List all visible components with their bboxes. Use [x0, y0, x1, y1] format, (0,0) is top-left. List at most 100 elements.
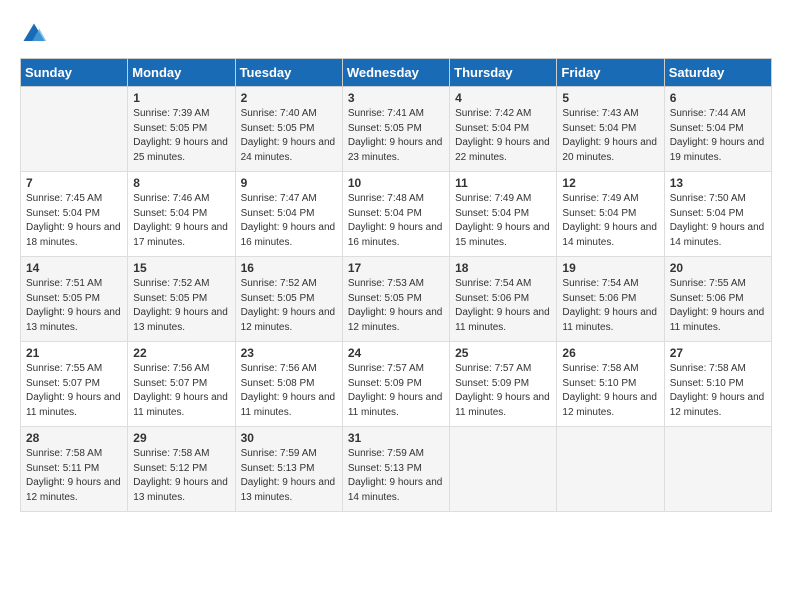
calendar-cell: 15Sunrise: 7:52 AMSunset: 5:05 PMDayligh… [128, 257, 235, 342]
header-day-saturday: Saturday [664, 59, 771, 87]
calendar-cell: 21 Sunrise: 7:55 AMSunset: 5:07 PMDayligh… [21, 342, 128, 427]
calendar-cell: 31 Sunrise: 7:59 AMSunset: 5:13 PMDayligh… [342, 427, 449, 512]
day-number: 22 [133, 346, 229, 360]
day-number: 17 [348, 261, 444, 275]
week-row-2: 7 Sunrise: 7:45 AMSunset: 5:04 PMDaylight… [21, 172, 772, 257]
day-info: Sunrise: 7:49 AMSunset: 5:04 PMDaylight:… [562, 192, 658, 250]
day-info: Sunrise: 7:58 AMSunset: 5:10 PMDaylight:… [670, 362, 766, 420]
week-row-1: 1 Sunrise: 7:39 AMSunset: 5:05 PMDaylight… [21, 87, 772, 172]
day-info: Sunrise: 7:56 AMSunset: 5:08 PMDaylight:… [241, 362, 337, 420]
day-number: 14 [26, 261, 122, 275]
day-number: 30 [241, 431, 337, 445]
day-number: 31 [348, 431, 444, 445]
day-number: 19 [562, 261, 658, 275]
calendar-cell: 20 Sunrise: 7:55 AMSunset: 5:06 PMDayligh… [664, 257, 771, 342]
calendar-cell: 11 Sunrise: 7:49 AMSunset: 5:04 PMDayligh… [450, 172, 557, 257]
calendar-cell: 13 Sunrise: 7:50 AMSunset: 5:04 PMDayligh… [664, 172, 771, 257]
day-number: 13 [670, 176, 766, 190]
day-info: Sunrise: 7:57 AMSunset: 5:09 PMDaylight:… [455, 362, 551, 420]
day-info: Sunrise: 7:58 AMSunset: 5:12 PMDaylight:… [133, 447, 229, 505]
calendar-cell [450, 427, 557, 512]
day-info: Sunrise: 7:55 AMSunset: 5:07 PMDaylight:… [26, 362, 122, 420]
day-info: Sunrise: 7:55 AMSunset: 5:06 PMDaylight:… [670, 277, 766, 335]
calendar-cell: 1 Sunrise: 7:39 AMSunset: 5:05 PMDaylight… [128, 87, 235, 172]
day-number: 29 [133, 431, 229, 445]
calendar-cell: 22Sunrise: 7:56 AMSunset: 5:07 PMDayligh… [128, 342, 235, 427]
day-info: Sunrise: 7:49 AMSunset: 5:04 PMDaylight:… [455, 192, 551, 250]
calendar-cell: 25 Sunrise: 7:57 AMSunset: 5:09 PMDayligh… [450, 342, 557, 427]
day-number: 28 [26, 431, 122, 445]
header-day-wednesday: Wednesday [342, 59, 449, 87]
day-number: 15 [133, 261, 229, 275]
calendar-cell: 6 Sunrise: 7:44 AMSunset: 5:04 PMDaylight… [664, 87, 771, 172]
day-number: 16 [241, 261, 337, 275]
calendar-cell: 8 Sunrise: 7:46 AMSunset: 5:04 PMDaylight… [128, 172, 235, 257]
header-day-sunday: Sunday [21, 59, 128, 87]
week-row-3: 14 Sunrise: 7:51 AMSunset: 5:05 PMDayligh… [21, 257, 772, 342]
day-number: 1 [133, 91, 229, 105]
day-info: Sunrise: 7:59 AMSunset: 5:13 PMDaylight:… [348, 447, 444, 505]
calendar-cell: 9 Sunrise: 7:47 AMSunset: 5:04 PMDaylight… [235, 172, 342, 257]
day-info: Sunrise: 7:58 AMSunset: 5:11 PMDaylight:… [26, 447, 122, 505]
calendar-cell: 17 Sunrise: 7:53 AMSunset: 5:05 PMDayligh… [342, 257, 449, 342]
day-info: Sunrise: 7:42 AMSunset: 5:04 PMDaylight:… [455, 107, 551, 165]
day-number: 8 [133, 176, 229, 190]
calendar-cell: 14 Sunrise: 7:51 AMSunset: 5:05 PMDayligh… [21, 257, 128, 342]
day-info: Sunrise: 7:45 AMSunset: 5:04 PMDaylight:… [26, 192, 122, 250]
day-info: Sunrise: 7:54 AMSunset: 5:06 PMDaylight:… [562, 277, 658, 335]
day-info: Sunrise: 7:46 AMSunset: 5:04 PMDaylight:… [133, 192, 229, 250]
day-info: Sunrise: 7:57 AMSunset: 5:09 PMDaylight:… [348, 362, 444, 420]
day-info: Sunrise: 7:52 AMSunset: 5:05 PMDaylight:… [241, 277, 337, 335]
day-number: 7 [26, 176, 122, 190]
day-number: 10 [348, 176, 444, 190]
day-number: 21 [26, 346, 122, 360]
logo-icon [20, 20, 48, 48]
calendar-cell: 3 Sunrise: 7:41 AMSunset: 5:05 PMDaylight… [342, 87, 449, 172]
header-day-tuesday: Tuesday [235, 59, 342, 87]
week-row-4: 21 Sunrise: 7:55 AMSunset: 5:07 PMDayligh… [21, 342, 772, 427]
day-info: Sunrise: 7:39 AMSunset: 5:05 PMDaylight:… [133, 107, 229, 165]
day-number: 5 [562, 91, 658, 105]
calendar-cell [21, 87, 128, 172]
day-info: Sunrise: 7:50 AMSunset: 5:04 PMDaylight:… [670, 192, 766, 250]
day-number: 12 [562, 176, 658, 190]
calendar-cell: 12 Sunrise: 7:49 AMSunset: 5:04 PMDayligh… [557, 172, 664, 257]
day-number: 9 [241, 176, 337, 190]
day-number: 3 [348, 91, 444, 105]
calendar-cell [664, 427, 771, 512]
day-number: 18 [455, 261, 551, 275]
calendar-body: 1 Sunrise: 7:39 AMSunset: 5:05 PMDaylight… [21, 87, 772, 512]
day-number: 24 [348, 346, 444, 360]
day-info: Sunrise: 7:53 AMSunset: 5:05 PMDaylight:… [348, 277, 444, 335]
day-number: 6 [670, 91, 766, 105]
calendar-cell: 7 Sunrise: 7:45 AMSunset: 5:04 PMDaylight… [21, 172, 128, 257]
day-info: Sunrise: 7:51 AMSunset: 5:05 PMDaylight:… [26, 277, 122, 335]
calendar-cell: 18 Sunrise: 7:54 AMSunset: 5:06 PMDayligh… [450, 257, 557, 342]
calendar-cell: 5Sunrise: 7:43 AMSunset: 5:04 PMDaylight… [557, 87, 664, 172]
day-number: 20 [670, 261, 766, 275]
calendar-cell: 4 Sunrise: 7:42 AMSunset: 5:04 PMDaylight… [450, 87, 557, 172]
week-row-5: 28 Sunrise: 7:58 AMSunset: 5:11 PMDayligh… [21, 427, 772, 512]
calendar-cell: 23Sunrise: 7:56 AMSunset: 5:08 PMDayligh… [235, 342, 342, 427]
calendar-cell: 10Sunrise: 7:48 AMSunset: 5:04 PMDayligh… [342, 172, 449, 257]
day-number: 27 [670, 346, 766, 360]
day-info: Sunrise: 7:54 AMSunset: 5:06 PMDaylight:… [455, 277, 551, 335]
day-info: Sunrise: 7:58 AMSunset: 5:10 PMDaylight:… [562, 362, 658, 420]
calendar-cell: 29 Sunrise: 7:58 AMSunset: 5:12 PMDayligh… [128, 427, 235, 512]
calendar-table: SundayMondayTuesdayWednesdayThursdayFrid… [20, 58, 772, 512]
calendar-cell: 19 Sunrise: 7:54 AMSunset: 5:06 PMDayligh… [557, 257, 664, 342]
header-row: SundayMondayTuesdayWednesdayThursdayFrid… [21, 59, 772, 87]
calendar-cell: 28 Sunrise: 7:58 AMSunset: 5:11 PMDayligh… [21, 427, 128, 512]
day-number: 25 [455, 346, 551, 360]
day-number: 4 [455, 91, 551, 105]
calendar-cell: 16 Sunrise: 7:52 AMSunset: 5:05 PMDayligh… [235, 257, 342, 342]
calendar-cell: 30 Sunrise: 7:59 AMSunset: 5:13 PMDayligh… [235, 427, 342, 512]
logo [20, 20, 52, 48]
day-info: Sunrise: 7:47 AMSunset: 5:04 PMDaylight:… [241, 192, 337, 250]
day-number: 11 [455, 176, 551, 190]
day-info: Sunrise: 7:59 AMSunset: 5:13 PMDaylight:… [241, 447, 337, 505]
header-day-monday: Monday [128, 59, 235, 87]
day-info: Sunrise: 7:41 AMSunset: 5:05 PMDaylight:… [348, 107, 444, 165]
day-info: Sunrise: 7:44 AMSunset: 5:04 PMDaylight:… [670, 107, 766, 165]
calendar-header: SundayMondayTuesdayWednesdayThursdayFrid… [21, 59, 772, 87]
